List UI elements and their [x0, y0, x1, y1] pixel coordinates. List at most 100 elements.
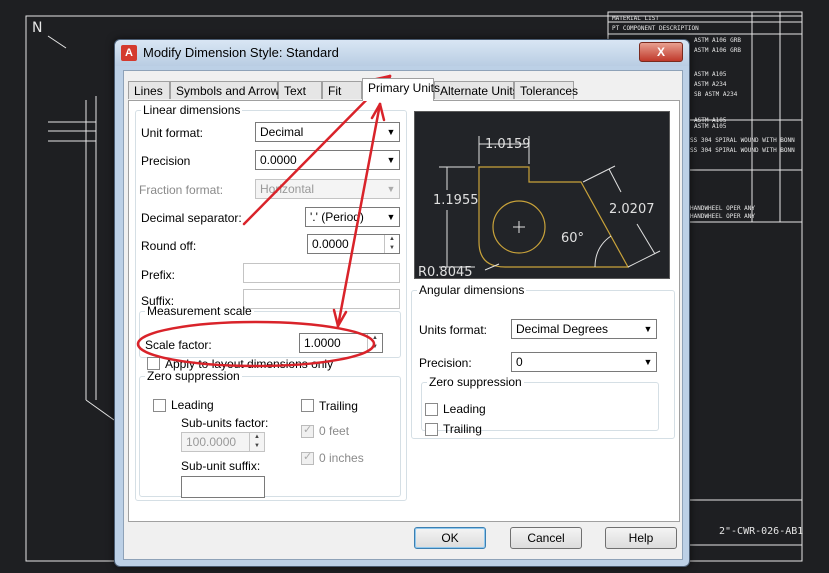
angular-units-format-select[interactable]: Decimal Degrees ▼ — [511, 319, 657, 339]
round-off-label: Round off: — [141, 239, 197, 253]
dialog-title: Modify Dimension Style: Standard — [143, 45, 339, 60]
spinner-buttons[interactable]: ▲ ▼ — [249, 433, 264, 451]
material-list-row: ASTM A106 GRB — [694, 37, 741, 44]
material-list-row: SS 304 SPIRAL WOUND WITH BONN — [690, 137, 795, 144]
precision-select[interactable]: 0.0000 ▼ — [255, 150, 400, 170]
tab-alternate-units[interactable]: Alternate Units — [434, 81, 519, 99]
dialog-client-area: Lines Symbols and Arrows Text Fit Primar… — [123, 70, 683, 560]
fraction-format-value: Horizontal — [260, 182, 315, 196]
precision-label: Precision — [141, 154, 191, 168]
linear-dimensions-legend: Linear dimensions — [143, 103, 241, 117]
help-button[interactable]: Help — [605, 527, 677, 549]
trailing-checkbox[interactable] — [301, 399, 314, 412]
zero-feet-label: 0 feet — [319, 424, 350, 438]
zero-suppression-legend: Zero suppression — [147, 369, 240, 383]
modify-dimension-style-dialog: A Modify Dimension Style: Standard X Lin… — [114, 39, 690, 567]
precision-value: 0.0000 — [260, 153, 297, 167]
trailing-label: Trailing — [319, 399, 358, 413]
spin-up-icon: ▲ — [254, 434, 260, 440]
material-list-row: ASTM A105 — [694, 71, 727, 78]
cancel-button[interactable]: Cancel — [510, 527, 582, 549]
tab-lines[interactable]: Lines — [128, 81, 170, 99]
preview-dim-top: 1.0159 — [485, 137, 531, 152]
chevron-down-icon: ▼ — [643, 357, 653, 367]
chevron-down-icon: ▼ — [386, 212, 396, 222]
leading-checkbox[interactable] — [153, 399, 166, 412]
spin-down-icon: ▼ — [254, 443, 260, 449]
primary-units-panel: Linear dimensions Unit format: Decimal ▼… — [128, 100, 680, 522]
decimal-separator-value: '.' (Period) — [310, 210, 364, 224]
decimal-separator-select[interactable]: '.' (Period) ▼ — [305, 207, 400, 227]
angular-leading-checkbox[interactable] — [425, 403, 438, 416]
preview-dim-right: 2.0207 — [609, 202, 655, 217]
drawing-number: 2"-CWR-026-AB1 — [719, 526, 803, 537]
tab-primary-units[interactable]: Primary Units — [362, 78, 440, 101]
sub-units-factor-spinner[interactable]: 100.0000 ▲ ▼ — [181, 432, 265, 452]
material-list-row: ASTM A106 GRB — [694, 47, 741, 54]
tab-fit[interactable]: Fit — [322, 81, 362, 99]
prefix-input[interactable] — [243, 263, 400, 283]
zero-feet-checkbox[interactable] — [301, 423, 314, 438]
chevron-down-icon: ▼ — [386, 184, 396, 194]
sub-unit-suffix-input[interactable] — [181, 476, 265, 498]
spin-up-icon: ▲ — [372, 335, 378, 341]
angular-precision-select[interactable]: 0 ▼ — [511, 352, 657, 372]
material-list-row: ASTM A105 — [694, 123, 727, 130]
angular-precision-label: Precision: — [419, 356, 472, 370]
unit-format-select[interactable]: Decimal ▼ — [255, 122, 400, 142]
round-off-spinner[interactable]: 0.0000 ▲ ▼ — [307, 234, 400, 254]
spin-up-icon: ▲ — [389, 236, 395, 242]
fraction-format-select[interactable]: Horizontal ▼ — [255, 179, 400, 199]
angular-units-format-value: Decimal Degrees — [516, 322, 609, 336]
ok-button[interactable]: OK — [414, 527, 486, 549]
chevron-down-icon: ▼ — [643, 324, 653, 334]
chevron-down-icon: ▼ — [386, 155, 396, 165]
dialog-titlebar[interactable]: A Modify Dimension Style: Standard X — [115, 40, 689, 66]
close-button[interactable]: X — [639, 42, 683, 62]
angular-precision-value: 0 — [516, 355, 523, 369]
scale-factor-value: 1.0000 — [304, 336, 341, 350]
preview-angle: 60° — [561, 231, 584, 246]
preview-radius: R0.8045 — [418, 265, 473, 278]
tab-text[interactable]: Text — [278, 81, 322, 99]
north-label: N — [32, 20, 42, 36]
scale-factor-spinner[interactable]: 1.0000 ▲ ▼ — [299, 333, 383, 353]
spin-down-icon: ▼ — [372, 344, 378, 350]
chevron-down-icon: ▼ — [386, 127, 396, 137]
spinner-buttons[interactable]: ▲ ▼ — [384, 235, 399, 253]
sub-unit-suffix-label: Sub-unit suffix: — [181, 459, 261, 473]
autocad-icon: A — [121, 45, 137, 61]
scale-factor-label: Scale factor: — [145, 338, 212, 352]
sub-units-factor-value: 100.0000 — [186, 435, 237, 449]
spin-down-icon: ▼ — [389, 245, 395, 251]
preview-drawing: 1.0159 1.1955 2.0207 60° R0.8045 — [418, 136, 661, 280]
zero-inches-label: 0 inches — [319, 451, 364, 465]
angular-dimensions-legend: Angular dimensions — [419, 283, 525, 297]
angular-zero-suppression-legend: Zero suppression — [429, 375, 522, 389]
material-list-row: SB ASTM A234 — [694, 91, 738, 98]
dimension-preview: 1.0159 1.1955 2.0207 60° R0.8045 — [414, 111, 670, 280]
round-off-value: 0.0000 — [312, 237, 349, 251]
spinner-buttons[interactable]: ▲ ▼ — [367, 334, 382, 352]
prefix-label: Prefix: — [141, 268, 176, 282]
zero-inches-checkbox[interactable] — [301, 450, 314, 465]
preview-dim-left: 1.1955 — [433, 193, 479, 208]
measurement-scale-legend: Measurement scale — [147, 304, 252, 318]
material-list-row: HANDWHEEL OPER ANY — [690, 213, 755, 220]
angular-trailing-checkbox[interactable] — [425, 423, 438, 436]
material-list-header: MATERIAL LIST — [612, 15, 659, 22]
tab-symbols-and-arrows[interactable]: Symbols and Arrows — [170, 81, 285, 99]
zero-suppression-group: Zero suppression — [139, 369, 401, 497]
material-list-row: HANDWHEEL OPER ANY — [690, 205, 755, 212]
unit-format-value: Decimal — [260, 125, 304, 139]
angular-leading-label: Leading — [443, 402, 486, 416]
angular-trailing-label: Trailing — [443, 422, 482, 436]
sub-units-factor-label: Sub-units factor: — [181, 416, 269, 430]
decimal-separator-label: Decimal separator: — [141, 211, 242, 225]
material-list-row: SS 304 SPIRAL WOUND WITH BONN — [690, 147, 795, 154]
fraction-format-label: Fraction format: — [139, 183, 224, 197]
tab-tolerances[interactable]: Tolerances — [514, 81, 578, 99]
unit-format-label: Unit format: — [141, 126, 204, 140]
angular-units-format-label: Units format: — [419, 323, 488, 337]
material-list-rows: ASTM A106 GRB ASTM A106 GRB ASTM A105 ASTM … — [690, 37, 795, 220]
